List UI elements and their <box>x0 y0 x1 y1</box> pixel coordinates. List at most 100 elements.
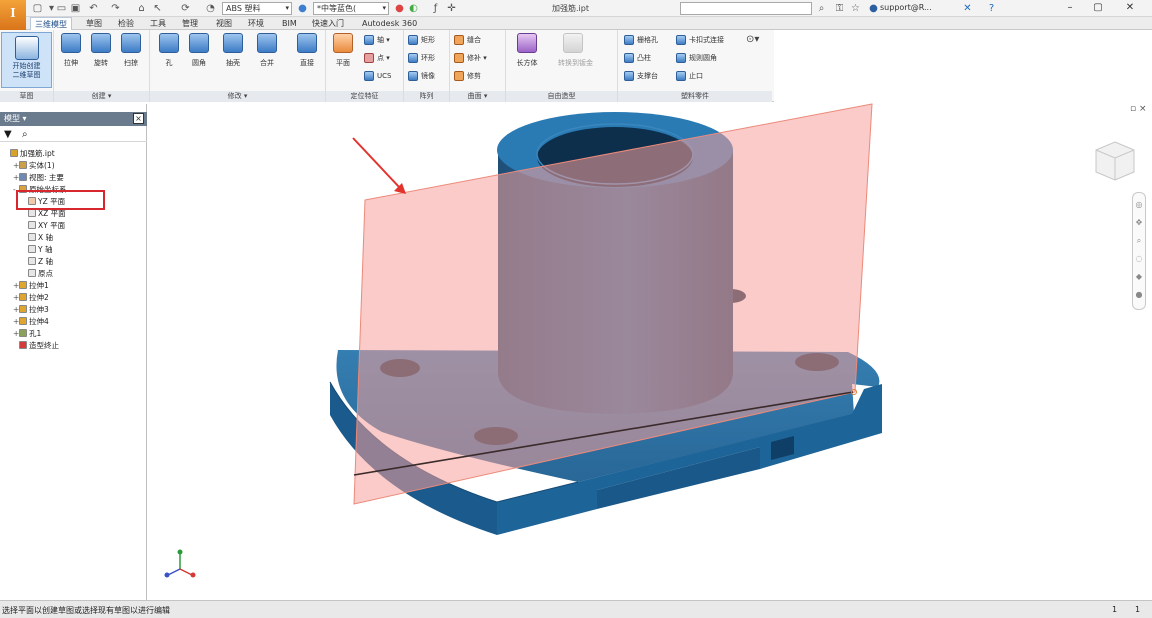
favorites-icon[interactable]: ☆ <box>850 3 861 14</box>
extrude-button[interactable]: 拉伸 <box>56 33 86 77</box>
browser-node[interactable]: + 实体(1) <box>13 160 55 171</box>
orbit-icon[interactable]: ◌ <box>1133 253 1145 265</box>
adjust-appearance-icon[interactable]: ◐ <box>408 3 419 14</box>
browser-node[interactable]: X 轴 <box>22 232 53 243</box>
filter-icon[interactable]: ▼ <box>4 129 12 140</box>
look-at-icon[interactable]: ◆ <box>1133 271 1145 283</box>
browser-header[interactable]: 模型 ▾ × <box>0 112 147 126</box>
tab-environments[interactable]: 环境 <box>244 17 268 30</box>
clear-appearance-icon[interactable]: ● <box>394 3 405 14</box>
axis-button[interactable]: 轴 ▾ <box>364 34 390 46</box>
free-orbit-icon[interactable]: ● <box>1133 289 1145 301</box>
trim-button[interactable]: 修剪 <box>454 70 481 82</box>
select-icon[interactable]: ↖ <box>152 3 163 14</box>
browser-node[interactable]: + 拉伸1 <box>13 280 49 291</box>
browser-node[interactable]: + 拉伸2 <box>13 292 49 303</box>
revolve-button[interactable]: 旋转 <box>86 33 116 77</box>
lip-button[interactable]: 止口 <box>676 70 703 82</box>
ribbon-options-icon[interactable]: ⊙▾ <box>746 34 759 45</box>
ucs-button[interactable]: UCS <box>364 70 391 82</box>
tab-3d-model[interactable]: 三维模型 <box>30 17 72 30</box>
start-2d-sketch-button[interactable]: 开始创建 二维草图 <box>1 32 52 88</box>
modify-panel-title[interactable]: 修改 ▾ <box>150 91 325 102</box>
patch-button[interactable]: 修补 ▾ <box>454 52 487 64</box>
snap-fit-button[interactable]: 卡扣式连接 <box>676 34 724 46</box>
appearance-select[interactable]: *中等蓝色(▾ <box>313 2 389 15</box>
browser-node[interactable]: + 拉伸3 <box>13 304 49 315</box>
combine-button[interactable]: 合并 <box>252 33 282 77</box>
find-icon[interactable]: ⌕ <box>22 129 28 140</box>
surface-panel-title[interactable]: 曲面 ▾ <box>450 91 505 102</box>
fillet-button[interactable]: 圆角 <box>184 33 214 77</box>
browser-node[interactable]: Y 轴 <box>22 244 52 255</box>
convert-to-sheet-metal-button[interactable]: 转换到钣金 <box>558 33 593 77</box>
tab-inspect[interactable]: 检验 <box>114 17 138 30</box>
ribbon-tab-bar: 三维模型 草图 检验 工具 管理 视图 环境 BIM 快速入门 Autodesk… <box>26 17 1152 30</box>
open-icon[interactable]: ▭ <box>56 3 67 14</box>
browser-node[interactable]: XY 平面 <box>22 220 65 231</box>
rectangular-pattern-button[interactable]: 矩形 <box>408 34 435 46</box>
add-icon[interactable]: ✛ <box>446 3 457 14</box>
application-menu-button[interactable]: I <box>0 0 26 30</box>
pan-icon[interactable]: ✥ <box>1133 217 1145 229</box>
view-cube[interactable] <box>1092 138 1138 184</box>
browser-close-icon[interactable]: × <box>133 113 144 124</box>
rest-button[interactable]: 支撑台 <box>624 70 658 82</box>
shell-button[interactable]: 抽壳 <box>218 33 248 77</box>
browser-node[interactable]: 原点 <box>22 268 53 279</box>
browser-node[interactable]: + 视图: 主要 <box>13 172 64 183</box>
tab-tools[interactable]: 工具 <box>146 17 170 30</box>
browser-node[interactable]: 加强筋.ipt <box>4 148 55 159</box>
viewport-options-icon[interactable]: ▫ × <box>1130 104 1147 114</box>
browser-node[interactable]: + 孔1 <box>13 328 41 339</box>
graphics-window[interactable]: ▫ × ◎ ✥ ⌕ ◌ ◆ ● <box>148 102 1152 600</box>
mirror-button[interactable]: 镜像 <box>408 70 435 82</box>
tab-manage[interactable]: 管理 <box>178 17 202 30</box>
update-icon[interactable]: ⟳ <box>180 3 191 14</box>
tab-get-started[interactable]: 快速入门 <box>308 17 348 30</box>
save-icon[interactable]: ▣ <box>70 3 81 14</box>
grill-button[interactable]: 栅格孔 <box>624 34 658 46</box>
help-search-input[interactable] <box>680 2 812 15</box>
zoom-icon[interactable]: ⌕ <box>1133 235 1145 247</box>
browser-node[interactable]: Z 轴 <box>22 256 53 267</box>
close-button[interactable]: ✕ <box>1120 1 1140 15</box>
redo-icon[interactable]: ↷ <box>110 3 121 14</box>
sweep-button[interactable]: 扫掠 <box>116 33 146 77</box>
new-icon[interactable]: ▢ <box>32 3 43 14</box>
shell-icon <box>223 33 243 53</box>
tab-bim[interactable]: BIM <box>278 17 301 30</box>
tab-autodesk-360[interactable]: Autodesk 360 <box>358 17 421 30</box>
rule-fillet-button[interactable]: 规则圆角 <box>676 52 717 64</box>
browser-node[interactable]: + 拉伸4 <box>13 316 49 327</box>
direct-edit-button[interactable]: 直接 <box>292 33 322 77</box>
circular-pattern-button[interactable]: 环形 <box>408 52 435 64</box>
status-count-b: 1 <box>1135 605 1141 614</box>
help-icon[interactable]: ? <box>986 3 997 14</box>
direct-edit-label: 直接 <box>300 59 314 67</box>
subscription-icon[interactable]: ⚿ <box>834 3 845 14</box>
steering-wheel-icon[interactable]: ◎ <box>1133 199 1145 211</box>
maximize-button[interactable]: ▢ <box>1088 1 1108 15</box>
formula-icon[interactable]: ƒ <box>430 3 441 14</box>
point-button[interactable]: 点 ▾ <box>364 52 390 64</box>
create-panel-title[interactable]: 创建 ▾ <box>54 91 149 102</box>
hole-button[interactable]: 孔 <box>154 33 184 77</box>
home-icon[interactable]: ⌂ <box>136 3 147 14</box>
undo-icon[interactable]: ↶ <box>88 3 99 14</box>
plane-button[interactable]: 平面 <box>328 33 358 77</box>
tab-sketch[interactable]: 草图 <box>82 17 106 30</box>
tab-view[interactable]: 视图 <box>212 17 236 30</box>
model-canvas <box>329 103 882 535</box>
browser-node[interactable]: 造型终止 <box>13 340 59 351</box>
user-name[interactable]: support@R... <box>880 3 932 12</box>
material-select[interactable]: ABS 塑料 ▾ <box>222 2 292 15</box>
minimize-button[interactable]: – <box>1060 1 1080 15</box>
measure-icon[interactable]: ◔ <box>205 3 216 14</box>
exchange-icon[interactable]: ✕ <box>962 3 973 14</box>
freeform-box-button[interactable]: 长方体 <box>512 33 542 77</box>
boss-button[interactable]: 凸柱 <box>624 52 651 64</box>
stitch-button[interactable]: 缝合 <box>454 34 481 46</box>
user-icon[interactable]: ● <box>868 3 879 14</box>
search-icon[interactable]: ⌕ <box>816 3 827 14</box>
